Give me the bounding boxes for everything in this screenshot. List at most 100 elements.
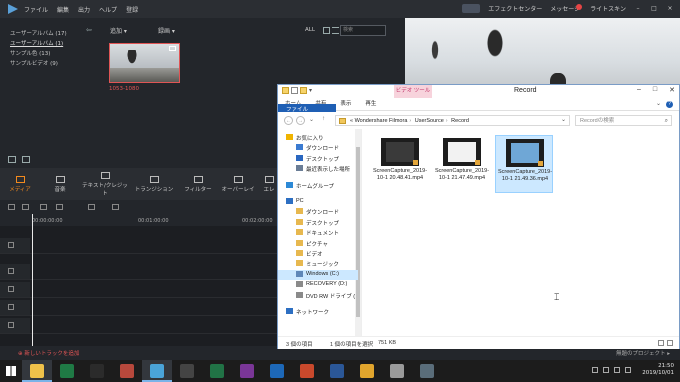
address-dropdown-icon[interactable]: ⌄: [561, 116, 566, 123]
account-toggle[interactable]: [462, 4, 481, 13]
up-arrow-icon[interactable]: ↑: [322, 116, 325, 122]
nav-item[interactable]: 最近表示した場所: [278, 164, 358, 174]
search-input[interactable]: Recordの検索 ⌕: [575, 115, 672, 126]
nav-item[interactable]: ネットワーク: [278, 307, 358, 317]
nav-item[interactable]: ピクチャ: [278, 239, 358, 249]
redo-icon[interactable]: [22, 204, 29, 210]
light-skin-link[interactable]: ライトスキン: [590, 4, 626, 13]
nav-item[interactable]: デスクトップ: [278, 154, 358, 164]
nav-item[interactable]: ビデオ: [278, 249, 358, 259]
details-view-icon[interactable]: [658, 340, 664, 346]
battery-icon[interactable]: [625, 367, 632, 373]
nav-item[interactable]: ドキュメント: [278, 228, 358, 238]
minimize-icon[interactable]: –: [634, 5, 642, 13]
close-icon[interactable]: ✕: [669, 86, 675, 94]
help-icon[interactable]: ?: [666, 101, 673, 108]
crop-icon[interactable]: [112, 204, 119, 210]
tab-media[interactable]: メディア: [0, 175, 40, 193]
nav-item[interactable]: お気に入り: [278, 133, 358, 143]
list-view-icon[interactable]: [332, 27, 339, 34]
file-item[interactable]: ScreenCapture_2019-10-1 21.49.36.mp4: [495, 135, 553, 193]
back-arrow-icon[interactable]: ⇦: [86, 26, 92, 34]
clock[interactable]: 21:50 2019/10/01: [642, 363, 674, 377]
message-link[interactable]: メッセージ: [550, 4, 583, 13]
taskbar-app[interactable]: [412, 360, 442, 382]
maximize-icon[interactable]: □: [653, 86, 657, 94]
audio-track-icon: [8, 322, 14, 328]
taskbar-app[interactable]: [202, 360, 232, 382]
taskbar-app[interactable]: [292, 360, 322, 382]
taskbar-app[interactable]: [322, 360, 352, 382]
taskbar-app[interactable]: [262, 360, 292, 382]
nav-item[interactable]: ダウンロード: [278, 143, 358, 153]
media-thumbnail[interactable]: [109, 43, 180, 83]
delete-icon[interactable]: [40, 204, 47, 210]
menu-export[interactable]: 出力: [78, 5, 90, 14]
minimize-icon[interactable]: –: [637, 86, 641, 94]
close-icon[interactable]: ×: [666, 5, 674, 13]
add-track-button[interactable]: ⊕ 新しいトラックを追加: [18, 349, 79, 357]
effect-center-link[interactable]: エフェクトセンター: [488, 4, 542, 13]
undo-icon[interactable]: [8, 204, 15, 210]
grid-view-icon[interactable]: [323, 27, 330, 34]
start-button[interactable]: [0, 360, 22, 382]
forward-icon[interactable]: →: [296, 116, 305, 125]
file-item[interactable]: ScreenCapture_2019-10-1 21.47.49.mp4: [433, 135, 491, 193]
nav-item[interactable]: デスクトップ: [278, 218, 358, 228]
large-icons-view-icon[interactable]: [667, 340, 673, 346]
taskbar-app[interactable]: [232, 360, 262, 382]
taskbar-app[interactable]: [52, 360, 82, 382]
properties-icon[interactable]: [291, 87, 298, 94]
tab-overlay[interactable]: オーバーレイ: [218, 175, 258, 193]
maximize-icon[interactable]: □: [650, 5, 658, 13]
taskbar-app[interactable]: [382, 360, 412, 382]
nav-item[interactable]: Windows (C:): [278, 269, 358, 280]
taskbar-app[interactable]: [142, 360, 172, 382]
taskbar-app[interactable]: [112, 360, 142, 382]
media-search-input[interactable]: 検索: [340, 25, 386, 36]
outlook-icon: [270, 364, 284, 378]
menu-help[interactable]: ヘルプ: [99, 5, 117, 14]
expand-ribbon-icon[interactable]: ⌄: [656, 100, 661, 107]
nav-item[interactable]: PC: [278, 197, 358, 207]
nav-item[interactable]: ミュージック: [278, 259, 358, 269]
address-bar[interactable]: « Wondershare Filmora › UserSource › Recor…: [335, 115, 570, 126]
taskbar-app[interactable]: [82, 360, 112, 382]
menu-edit[interactable]: 編集: [57, 5, 69, 14]
nav-item[interactable]: DVD RW ドライブ (: [278, 291, 358, 301]
record-button[interactable]: 録画 ▾: [158, 26, 175, 35]
nav-item-label: ミュージック: [306, 262, 339, 269]
split-icon[interactable]: [56, 204, 63, 210]
new-folder-icon[interactable]: [300, 87, 307, 94]
network-icon[interactable]: [603, 367, 610, 373]
taskbar-app[interactable]: [22, 360, 52, 382]
filter-all[interactable]: ALL: [305, 27, 315, 33]
nav-item[interactable]: ダウンロード: [278, 207, 358, 217]
menu-file[interactable]: ファイル: [24, 5, 48, 14]
playhead[interactable]: [32, 214, 33, 349]
tab-filter[interactable]: フィルター: [178, 175, 218, 193]
volume-icon[interactable]: [614, 367, 621, 373]
new-folder-icon[interactable]: [8, 156, 16, 163]
tray-arrow-icon[interactable]: [592, 367, 599, 373]
tab-transition[interactable]: トランジション: [130, 175, 178, 193]
tab-view[interactable]: 表示: [333, 98, 358, 111]
import-button[interactable]: 追加 ▾: [110, 26, 127, 35]
folder-icon[interactable]: [282, 87, 289, 94]
back-icon[interactable]: ←: [284, 116, 293, 125]
nav-item[interactable]: RECOVERY (D:): [278, 280, 358, 290]
tab-play[interactable]: 再生: [358, 98, 383, 111]
tab-text[interactable]: テキスト/クレジット: [80, 171, 130, 197]
recent-locations-icon[interactable]: ⌄: [309, 116, 314, 123]
scissors-icon[interactable]: [88, 204, 95, 210]
taskbar: 21:50 2019/10/01: [0, 360, 680, 382]
video-tools-context-tab[interactable]: ビデオ ツール: [394, 85, 432, 98]
nav-item[interactable]: ホームグループ: [278, 181, 358, 191]
tab-music[interactable]: 音楽: [40, 175, 80, 193]
folder-icon[interactable]: [22, 156, 30, 163]
qat-dropdown-icon[interactable]: ▾: [309, 87, 312, 94]
menu-register[interactable]: 登録: [126, 5, 138, 14]
file-item[interactable]: ScreenCapture_2019-10-1 20.48.41.mp4: [371, 135, 429, 193]
taskbar-app[interactable]: [352, 360, 382, 382]
taskbar-app[interactable]: [172, 360, 202, 382]
